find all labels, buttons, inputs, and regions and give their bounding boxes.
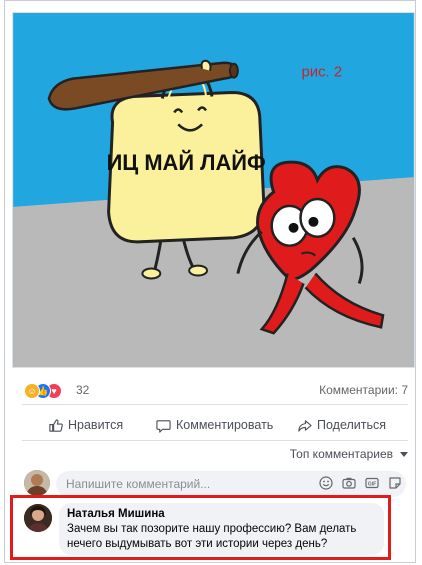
highlighted-comment: Наталья Мишина Зачем вы так позорите наш… — [10, 495, 391, 560]
figure-annotation: рис. 2 — [302, 65, 343, 81]
comment-author[interactable]: Наталья Мишина — [67, 507, 376, 522]
post-stats: ☺ 👍 ♥ 32 Комментарии: 7 — [24, 380, 408, 400]
bag-label: ИЦ МАЙ ЛАЙФ — [107, 150, 266, 175]
composer-tools: GIF — [319, 476, 402, 490]
post-actions: Нравится Комментировать Поделиться — [22, 412, 408, 438]
sticker-icon[interactable] — [388, 476, 402, 490]
comments-count[interactable]: Комментарии: 7 — [319, 383, 408, 397]
comment-button[interactable]: Комментировать — [156, 412, 273, 438]
svg-text:GIF: GIF — [368, 481, 376, 487]
camera-icon[interactable] — [342, 476, 356, 490]
comment-sort-dropdown[interactable]: Топ комментариев — [290, 447, 408, 461]
like-button[interactable]: Нравится — [48, 412, 123, 438]
share-label: Поделиться — [317, 418, 387, 432]
emoji-icon[interactable] — [319, 476, 333, 490]
haha-icon: ☺ — [24, 383, 40, 399]
post-image[interactable]: рис. 2 ИЦ МАЙ ЛАЙФ — [12, 12, 415, 368]
comment-label: Комментировать — [176, 418, 274, 432]
avatar[interactable] — [24, 470, 50, 496]
reaction-icons[interactable]: ☺ 👍 ♥ — [24, 381, 74, 399]
gif-icon[interactable]: GIF — [365, 476, 379, 490]
comment-input-placeholder: Напишите комментарий... — [66, 477, 211, 491]
divider — [22, 404, 408, 405]
like-label: Нравится — [68, 418, 124, 432]
divider — [22, 440, 408, 441]
sort-label: Топ комментариев — [289, 447, 393, 461]
share-icon — [298, 419, 312, 432]
comment-text-line: Зачем вы так позорите нашу профессию? Ва… — [67, 523, 357, 535]
caret-down-icon — [400, 451, 408, 457]
comment-bubble: Наталья Мишина Зачем вы так позорите наш… — [59, 503, 384, 555]
reaction-count[interactable]: 32 — [76, 383, 89, 397]
comment-icon — [156, 419, 171, 433]
avatar[interactable] — [24, 504, 52, 532]
comment-text-line: нечего выдумывать вот эти истории через … — [67, 538, 328, 550]
thumbs-up-icon — [49, 418, 63, 432]
comment-composer: Напишите комментарий... GIF — [24, 470, 408, 498]
share-button[interactable]: Поделиться — [297, 412, 386, 438]
